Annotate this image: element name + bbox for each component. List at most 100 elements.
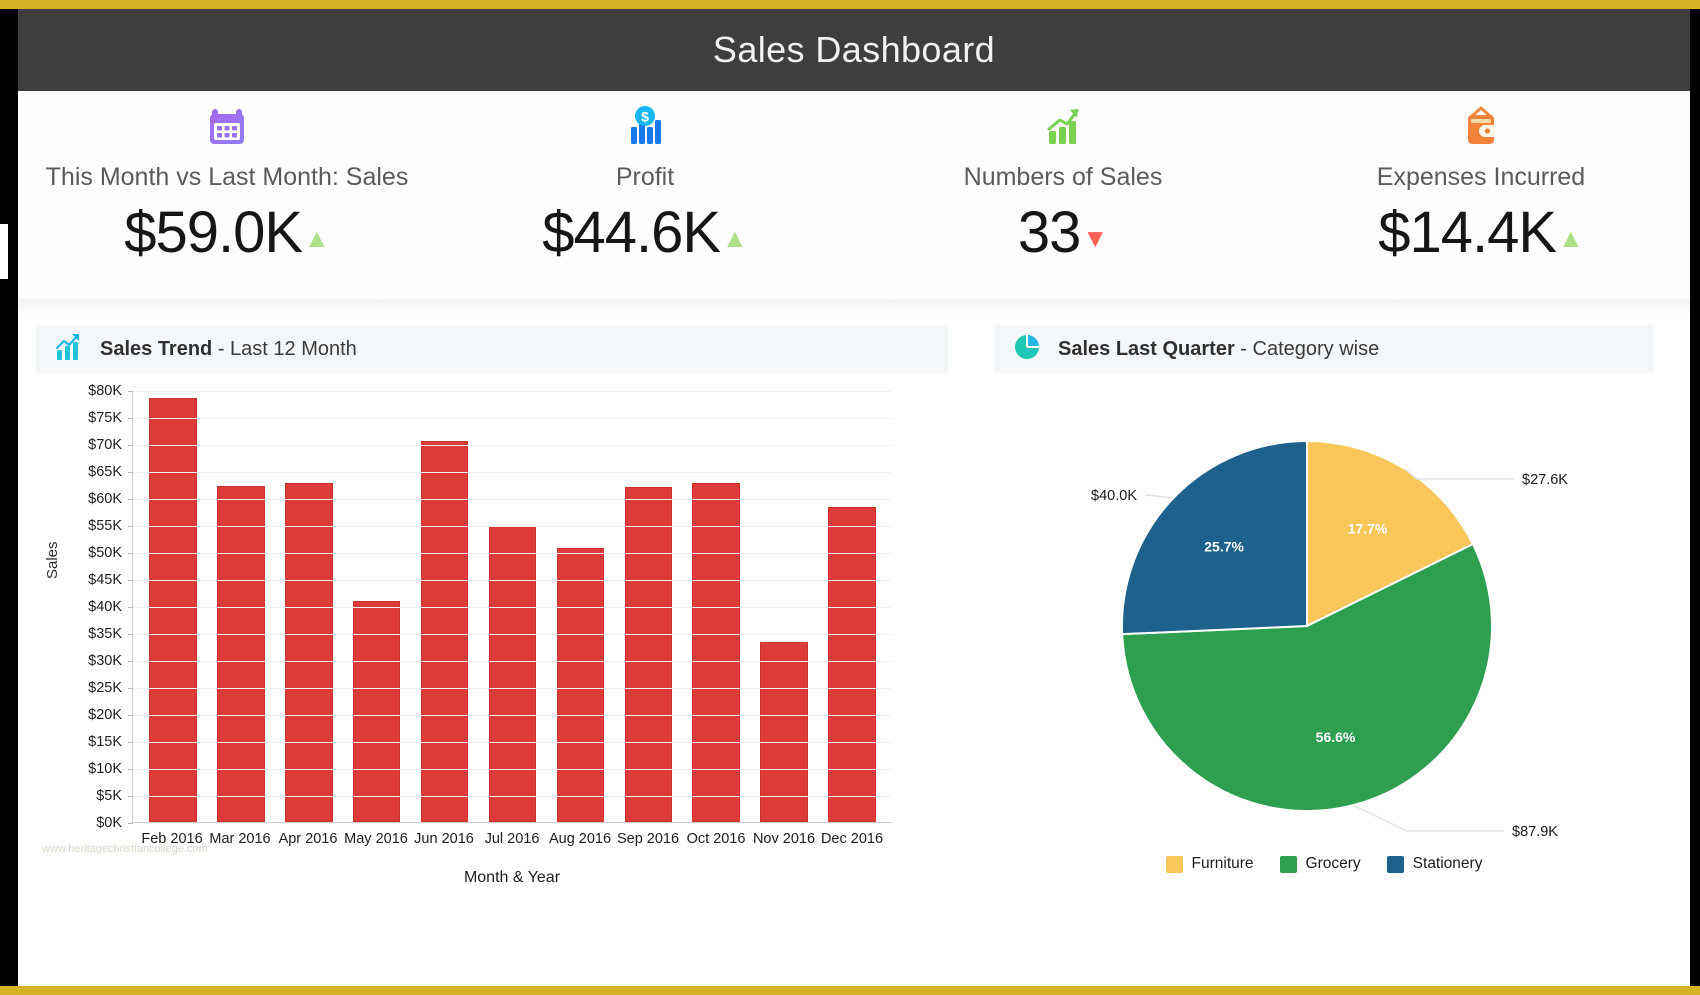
bar[interactable] [557,548,605,822]
pie-svg: 17.7%56.6%25.7%$27.6K$87.9K$40.0K [1022,411,1662,841]
x-tick-label: Nov 2016 [750,831,818,847]
gridline [133,607,892,608]
gridline [133,661,892,662]
gridline [133,553,892,554]
y-tick-label: $55K [88,518,122,534]
y-tick-mark [128,553,133,554]
gridline [133,769,892,770]
sales-trend-title-bold: Sales Trend [100,338,212,360]
x-tick-label: Aug 2016 [546,831,614,847]
pie-title-bold: Sales Last Quarter [1058,338,1235,360]
y-tick-label: $10K [88,761,122,777]
y-tick-mark [128,715,133,716]
gridline [133,580,892,581]
x-axis-labels: Feb 2016Mar 2016Apr 2016May 2016Jun 2016… [132,831,892,847]
gridline [133,526,892,527]
x-tick-label: Sep 2016 [614,831,682,847]
bar[interactable] [828,507,876,822]
kpi-value-row: $59.0K ▲ [124,204,330,262]
legend-label: Stationery [1413,855,1483,873]
pie-leader-line [1145,495,1173,498]
sales-trend-title-rest: - Last 12 Month [212,338,357,360]
sales-trend-chart: Sales $0K$5K$10K$15K$20K$25K$30K$35K$40K… [36,391,948,891]
right-black-rail [1690,9,1700,986]
bar[interactable] [149,398,197,822]
y-tick-label: $45K [88,572,122,588]
sales-last-quarter-panel: Sales Last Quarter - Category wise 17.7%… [994,325,1654,891]
y-tick-label: $5K [96,788,122,804]
bar[interactable] [489,526,537,822]
kpi-divider [18,299,1690,315]
y-tick-mark [128,418,133,419]
bar[interactable] [217,486,265,822]
bar[interactable] [692,483,740,822]
pie-legend: Furniture Grocery Stationery [994,855,1654,873]
y-tick-mark [128,391,133,392]
gridline [133,796,892,797]
svg-text:$: $ [641,109,649,125]
y-tick-mark [128,634,133,635]
kpi-label: Profit [616,163,674,192]
sales-last-quarter-title: Sales Last Quarter - Category wise [1058,338,1379,361]
pie-slice[interactable] [1122,441,1307,634]
kpi-card-profit[interactable]: $ Profit $44.6K ▲ [436,91,854,299]
trend-down-icon: ▼ [1082,225,1108,251]
bar[interactable] [625,487,673,822]
pie-chart-icon [1012,332,1042,367]
dashboard-page: Sales Dashboard [0,0,1700,995]
kpi-card-sales[interactable]: This Month vs Last Month: Sales $59.0K ▲ [18,91,436,299]
y-tick-mark [128,742,133,743]
legend-swatch [1387,856,1404,873]
y-tick-mark [128,472,133,473]
legend-item[interactable]: Furniture [1166,855,1254,873]
kpi-label: This Month vs Last Month: Sales [46,163,409,192]
sales-trend-panel: Sales Trend - Last 12 Month Sales $0K$5K… [36,325,948,891]
dashboard-titlebar: Sales Dashboard [18,9,1690,91]
y-tick-mark [128,661,133,662]
left-black-rail [0,9,18,986]
legend-item[interactable]: Stationery [1387,855,1483,873]
kpi-card-numbers-of-sales[interactable]: Numbers of Sales 33 ▼ [854,91,1272,299]
pie-value-label: $27.6K [1522,472,1568,488]
bar[interactable] [421,441,469,822]
kpi-value-row: $14.4K ▲ [1378,204,1584,262]
legend-item[interactable]: Grocery [1280,855,1361,873]
gridline [133,742,892,743]
x-axis-title: Month & Year [132,869,892,887]
y-tick-mark [128,823,133,824]
left-rail-notch [0,224,8,279]
trend-up-icon: ▲ [304,225,330,251]
x-tick-label: Jul 2016 [478,831,546,847]
bar[interactable] [285,483,333,822]
y-tick-label: $60K [88,491,122,507]
y-tick-label: $75K [88,410,122,426]
kpi-card-expenses[interactable]: Expenses Incurred $14.4K ▲ [1272,91,1690,299]
y-tick-mark [128,769,133,770]
legend-label: Furniture [1192,855,1254,873]
sales-trend-title: Sales Trend - Last 12 Month [100,338,357,361]
y-tick-mark [128,688,133,689]
y-tick-label: $0K [96,815,122,831]
y-tick-label: $50K [88,545,122,561]
gridline [133,499,892,500]
kpi-strip: This Month vs Last Month: Sales $59.0K ▲ [18,91,1690,299]
pie-percent-label: 25.7% [1204,539,1244,555]
trend-up-icon: ▲ [722,225,748,251]
y-tick-mark [128,607,133,608]
y-tick-mark [128,580,133,581]
x-tick-label: May 2016 [342,831,410,847]
bar-plot-area [132,391,892,823]
charts-row: Sales Trend - Last 12 Month Sales $0K$5K… [18,315,1690,891]
y-tick-label: $80K [88,383,122,399]
kpi-value: $59.0K [124,204,302,262]
legend-swatch [1280,856,1297,873]
x-tick-label: Apr 2016 [274,831,342,847]
kpi-value: 33 [1018,204,1081,262]
gridline [133,445,892,446]
kpi-value: $14.4K [1378,204,1556,262]
pie-percent-label: 56.6% [1316,729,1356,745]
y-axis-ticks: $0K$5K$10K$15K$20K$25K$30K$35K$40K$45K$5… [58,391,130,823]
watermark-text: www.heritagechristiancollege.com [42,843,208,855]
y-tick-label: $35K [88,626,122,642]
gridline [133,688,892,689]
